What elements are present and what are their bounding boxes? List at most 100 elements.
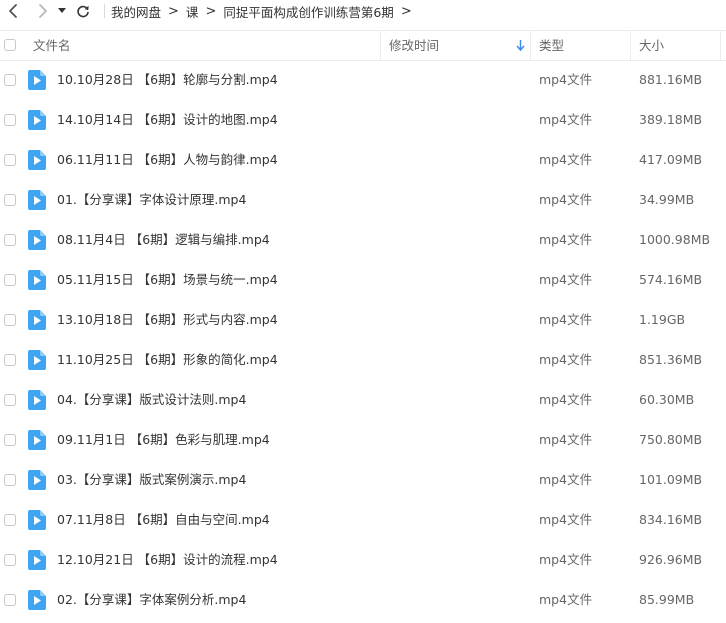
breadcrumb-item-course[interactable]: 课 xyxy=(186,2,199,21)
file-type: mp4文件 xyxy=(539,352,593,367)
file-name[interactable]: 03.【分享课】版式案例演示.mp4 xyxy=(57,460,246,500)
file-type: mp4文件 xyxy=(539,432,593,447)
file-name[interactable]: 06.11月11日 【6期】人物与韵律.mp4 xyxy=(57,140,278,180)
file-type: mp4文件 xyxy=(539,472,593,487)
file-row[interactable]: 01.【分享课】字体设计原理.mp4 mp4文件 34.99MB xyxy=(0,180,726,220)
video-file-icon xyxy=(28,150,46,170)
column-divider[interactable] xyxy=(380,31,381,60)
file-name[interactable]: 10.10月28日 【6期】轮廓与分割.mp4 xyxy=(57,60,278,100)
file-size: 101.09MB xyxy=(639,472,703,487)
file-row[interactable]: 02.【分享课】字体案例分析.mp4 mp4文件 85.99MB xyxy=(0,580,726,620)
file-type: mp4文件 xyxy=(539,592,593,607)
file-name[interactable]: 08.11月4日 【6期】逻辑与编排.mp4 xyxy=(57,220,270,260)
file-size: 1000.98MB xyxy=(639,232,711,247)
file-row[interactable]: 06.11月11日 【6期】人物与韵律.mp4 mp4文件 417.09MB xyxy=(0,140,726,180)
row-checkbox[interactable] xyxy=(4,554,16,566)
file-size: 834.16MB xyxy=(639,512,703,527)
file-name[interactable]: 02.【分享课】字体案例分析.mp4 xyxy=(57,580,246,620)
video-file-icon xyxy=(28,470,46,490)
file-type: mp4文件 xyxy=(539,552,593,567)
back-button[interactable] xyxy=(2,0,24,22)
column-header-modified[interactable]: 修改时间 xyxy=(389,31,439,60)
file-list-header: 文件名 修改时间 类型 大小 xyxy=(0,30,726,61)
file-row[interactable]: 11.10月25日 【6期】形象的简化.mp4 mp4文件 851.36MB xyxy=(0,340,726,380)
file-name[interactable]: 13.10月18日 【6期】形式与内容.mp4 xyxy=(57,300,278,340)
file-name[interactable]: 01.【分享课】字体设计原理.mp4 xyxy=(57,180,246,220)
column-divider[interactable] xyxy=(630,31,631,60)
video-file-icon xyxy=(28,350,46,370)
toolbar-divider xyxy=(104,4,105,18)
file-size: 34.99MB xyxy=(639,192,695,207)
file-size: 417.09MB xyxy=(639,152,703,167)
video-file-icon xyxy=(28,70,46,90)
breadcrumb: 我的网盘 > 课 > 同捉平面构成创作训练营第6期 > xyxy=(111,2,419,21)
breadcrumb-separator-icon: > xyxy=(168,3,179,19)
row-checkbox[interactable] xyxy=(4,114,16,126)
column-divider[interactable] xyxy=(530,31,531,60)
file-size: 926.96MB xyxy=(639,552,703,567)
column-header-name[interactable]: 文件名 xyxy=(33,31,71,60)
file-name[interactable]: 11.10月25日 【6期】形象的简化.mp4 xyxy=(57,340,278,380)
file-type: mp4文件 xyxy=(539,232,593,247)
refresh-button[interactable] xyxy=(72,0,94,22)
file-type: mp4文件 xyxy=(539,192,593,207)
row-checkbox[interactable] xyxy=(4,274,16,286)
file-type: mp4文件 xyxy=(539,312,593,327)
video-file-icon xyxy=(28,110,46,130)
file-name[interactable]: 07.11月8日 【6期】自由与空间.mp4 xyxy=(57,500,270,540)
video-file-icon xyxy=(28,390,46,410)
row-checkbox[interactable] xyxy=(4,74,16,86)
sort-arrow-down-icon[interactable] xyxy=(516,40,525,51)
video-file-icon xyxy=(28,550,46,570)
column-header-type[interactable]: 类型 xyxy=(539,31,564,60)
file-row[interactable]: 03.【分享课】版式案例演示.mp4 mp4文件 101.09MB xyxy=(0,460,726,500)
video-file-icon xyxy=(28,270,46,290)
breadcrumb-expand-icon[interactable]: > xyxy=(401,4,412,19)
row-checkbox[interactable] xyxy=(4,354,16,366)
file-row[interactable]: 14.10月14日 【6期】设计的地图.mp4 mp4文件 389.18MB xyxy=(0,100,726,140)
navigation-bar: 我的网盘 > 课 > 同捉平面构成创作训练营第6期 > xyxy=(0,0,726,22)
breadcrumb-item-root[interactable]: 我的网盘 xyxy=(111,2,161,21)
file-type: mp4文件 xyxy=(539,112,593,127)
column-header-size[interactable]: 大小 xyxy=(639,31,664,60)
file-row[interactable]: 04.【分享课】版式设计法则.mp4 mp4文件 60.30MB xyxy=(0,380,726,420)
file-name[interactable]: 14.10月14日 【6期】设计的地图.mp4 xyxy=(57,100,278,140)
file-row[interactable]: 09.11月1日 【6期】色彩与肌理.mp4 mp4文件 750.80MB xyxy=(0,420,726,460)
file-row[interactable]: 12.10月21日 【6期】设计的流程.mp4 mp4文件 926.96MB xyxy=(0,540,726,580)
row-checkbox[interactable] xyxy=(4,194,16,206)
row-checkbox[interactable] xyxy=(4,394,16,406)
file-row[interactable]: 10.10月28日 【6期】轮廓与分割.mp4 mp4文件 881.16MB xyxy=(0,60,726,100)
row-checkbox[interactable] xyxy=(4,514,16,526)
select-all-checkbox[interactable] xyxy=(4,39,16,51)
chevron-left-icon xyxy=(9,4,17,18)
file-size: 574.16MB xyxy=(639,272,703,287)
row-checkbox[interactable] xyxy=(4,434,16,446)
file-row[interactable]: 08.11月4日 【6期】逻辑与编排.mp4 mp4文件 1000.98MB xyxy=(0,220,726,260)
video-file-icon xyxy=(28,510,46,530)
file-row[interactable]: 07.11月8日 【6期】自由与空间.mp4 mp4文件 834.16MB xyxy=(0,500,726,540)
file-type: mp4文件 xyxy=(539,392,593,407)
file-name[interactable]: 04.【分享课】版式设计法则.mp4 xyxy=(57,380,246,420)
video-file-icon xyxy=(28,430,46,450)
row-checkbox[interactable] xyxy=(4,154,16,166)
video-file-icon xyxy=(28,230,46,250)
file-size: 60.30MB xyxy=(639,392,695,407)
file-name[interactable]: 05.11月15日 【6期】场景与统一.mp4 xyxy=(57,260,278,300)
file-size: 1.19GB xyxy=(639,312,686,327)
file-type: mp4文件 xyxy=(539,72,593,87)
file-name[interactable]: 12.10月21日 【6期】设计的流程.mp4 xyxy=(57,540,278,580)
row-checkbox[interactable] xyxy=(4,594,16,606)
file-row[interactable]: 05.11月15日 【6期】场景与统一.mp4 mp4文件 574.16MB xyxy=(0,260,726,300)
breadcrumb-item-current-folder[interactable]: 同捉平面构成创作训练营第6期 xyxy=(223,2,393,21)
video-file-icon xyxy=(28,190,46,210)
row-checkbox[interactable] xyxy=(4,234,16,246)
row-checkbox[interactable] xyxy=(4,314,16,326)
file-type: mp4文件 xyxy=(539,272,593,287)
file-row[interactable]: 13.10月18日 【6期】形式与内容.mp4 mp4文件 1.19GB xyxy=(0,300,726,340)
history-dropdown-button[interactable] xyxy=(54,0,70,22)
file-name[interactable]: 09.11月1日 【6期】色彩与肌理.mp4 xyxy=(57,420,270,460)
column-divider[interactable] xyxy=(720,31,721,60)
row-checkbox[interactable] xyxy=(4,474,16,486)
video-file-icon xyxy=(28,590,46,610)
forward-button[interactable] xyxy=(32,0,54,22)
